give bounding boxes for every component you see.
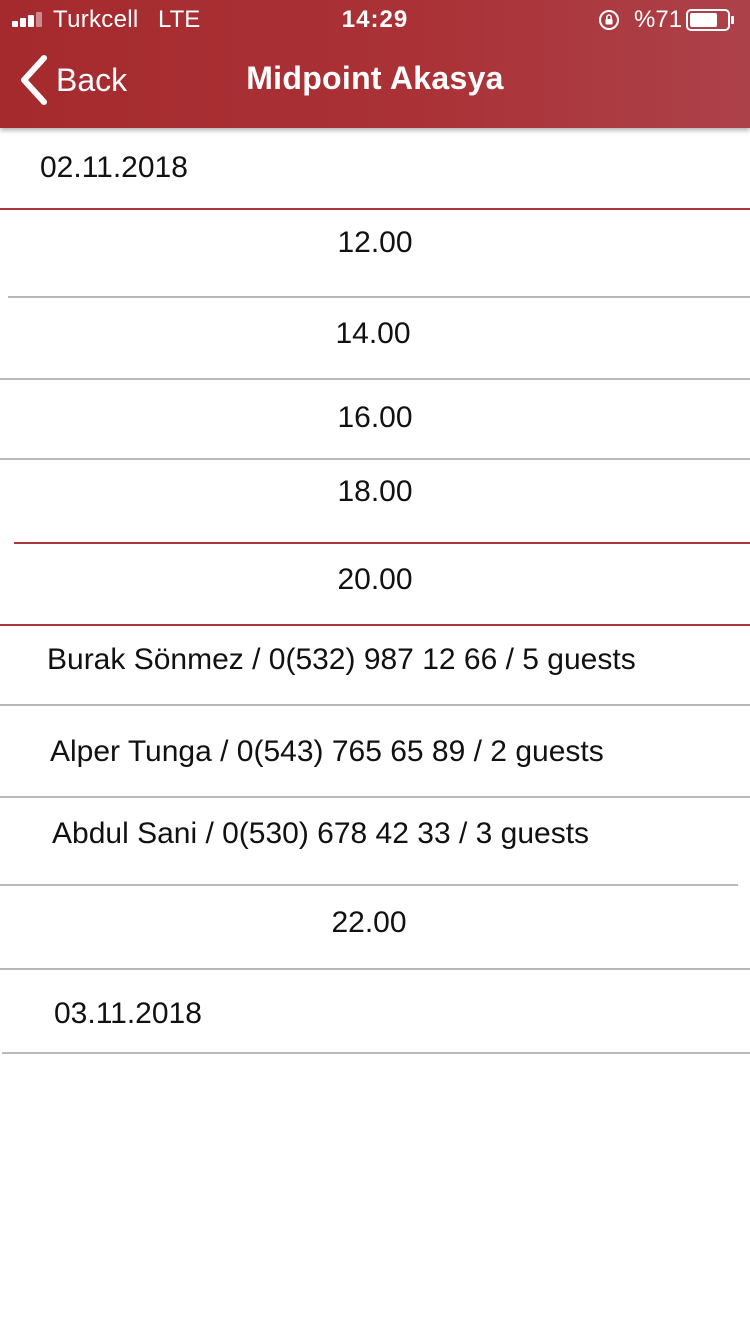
row-divider — [2, 1052, 750, 1054]
time-divider — [14, 542, 750, 544]
row-divider — [0, 458, 750, 460]
time-slot-row[interactable]: 14.00 — [0, 316, 748, 352]
navigation-bar: Back Midpoint Akasya — [0, 40, 750, 128]
battery-percentage: %71 — [634, 6, 683, 33]
row-divider — [0, 378, 750, 380]
date-divider — [0, 208, 750, 210]
reservation-item[interactable]: Alper Tunga / 0(543) 765 65 89 / 2 guest… — [50, 734, 604, 770]
time-slot-row[interactable]: 18.00 — [0, 474, 750, 510]
date-header[interactable]: 03.11.2018 — [54, 996, 202, 1032]
page-title: Midpoint Akasya — [246, 60, 504, 96]
orientation-lock-icon — [599, 10, 619, 30]
reservation-item[interactable]: Abdul Sani / 0(530) 678 42 33 / 3 guests — [52, 816, 589, 852]
time-slot-row[interactable]: 16.00 — [0, 400, 750, 436]
header: Turkcell LTE 14:29 %71 Back Midpoint Aka… — [0, 0, 750, 128]
time-slot-row[interactable]: 12.00 — [0, 225, 750, 261]
time-slot-row[interactable]: 22.00 — [0, 905, 744, 941]
reservation-item[interactable]: Burak Sönmez / 0(532) 987 12 66 / 5 gues… — [47, 642, 636, 678]
row-divider — [8, 296, 750, 298]
row-divider — [0, 884, 738, 886]
row-divider — [0, 968, 750, 970]
battery-icon — [686, 9, 734, 31]
row-divider — [0, 704, 750, 706]
time-divider — [0, 624, 750, 626]
status-bar: Turkcell LTE 14:29 %71 — [0, 0, 750, 40]
time-slot-row-expanded[interactable]: 20.00 — [0, 562, 750, 598]
date-header[interactable]: 02.11.2018 — [40, 150, 188, 186]
row-divider — [0, 796, 750, 798]
